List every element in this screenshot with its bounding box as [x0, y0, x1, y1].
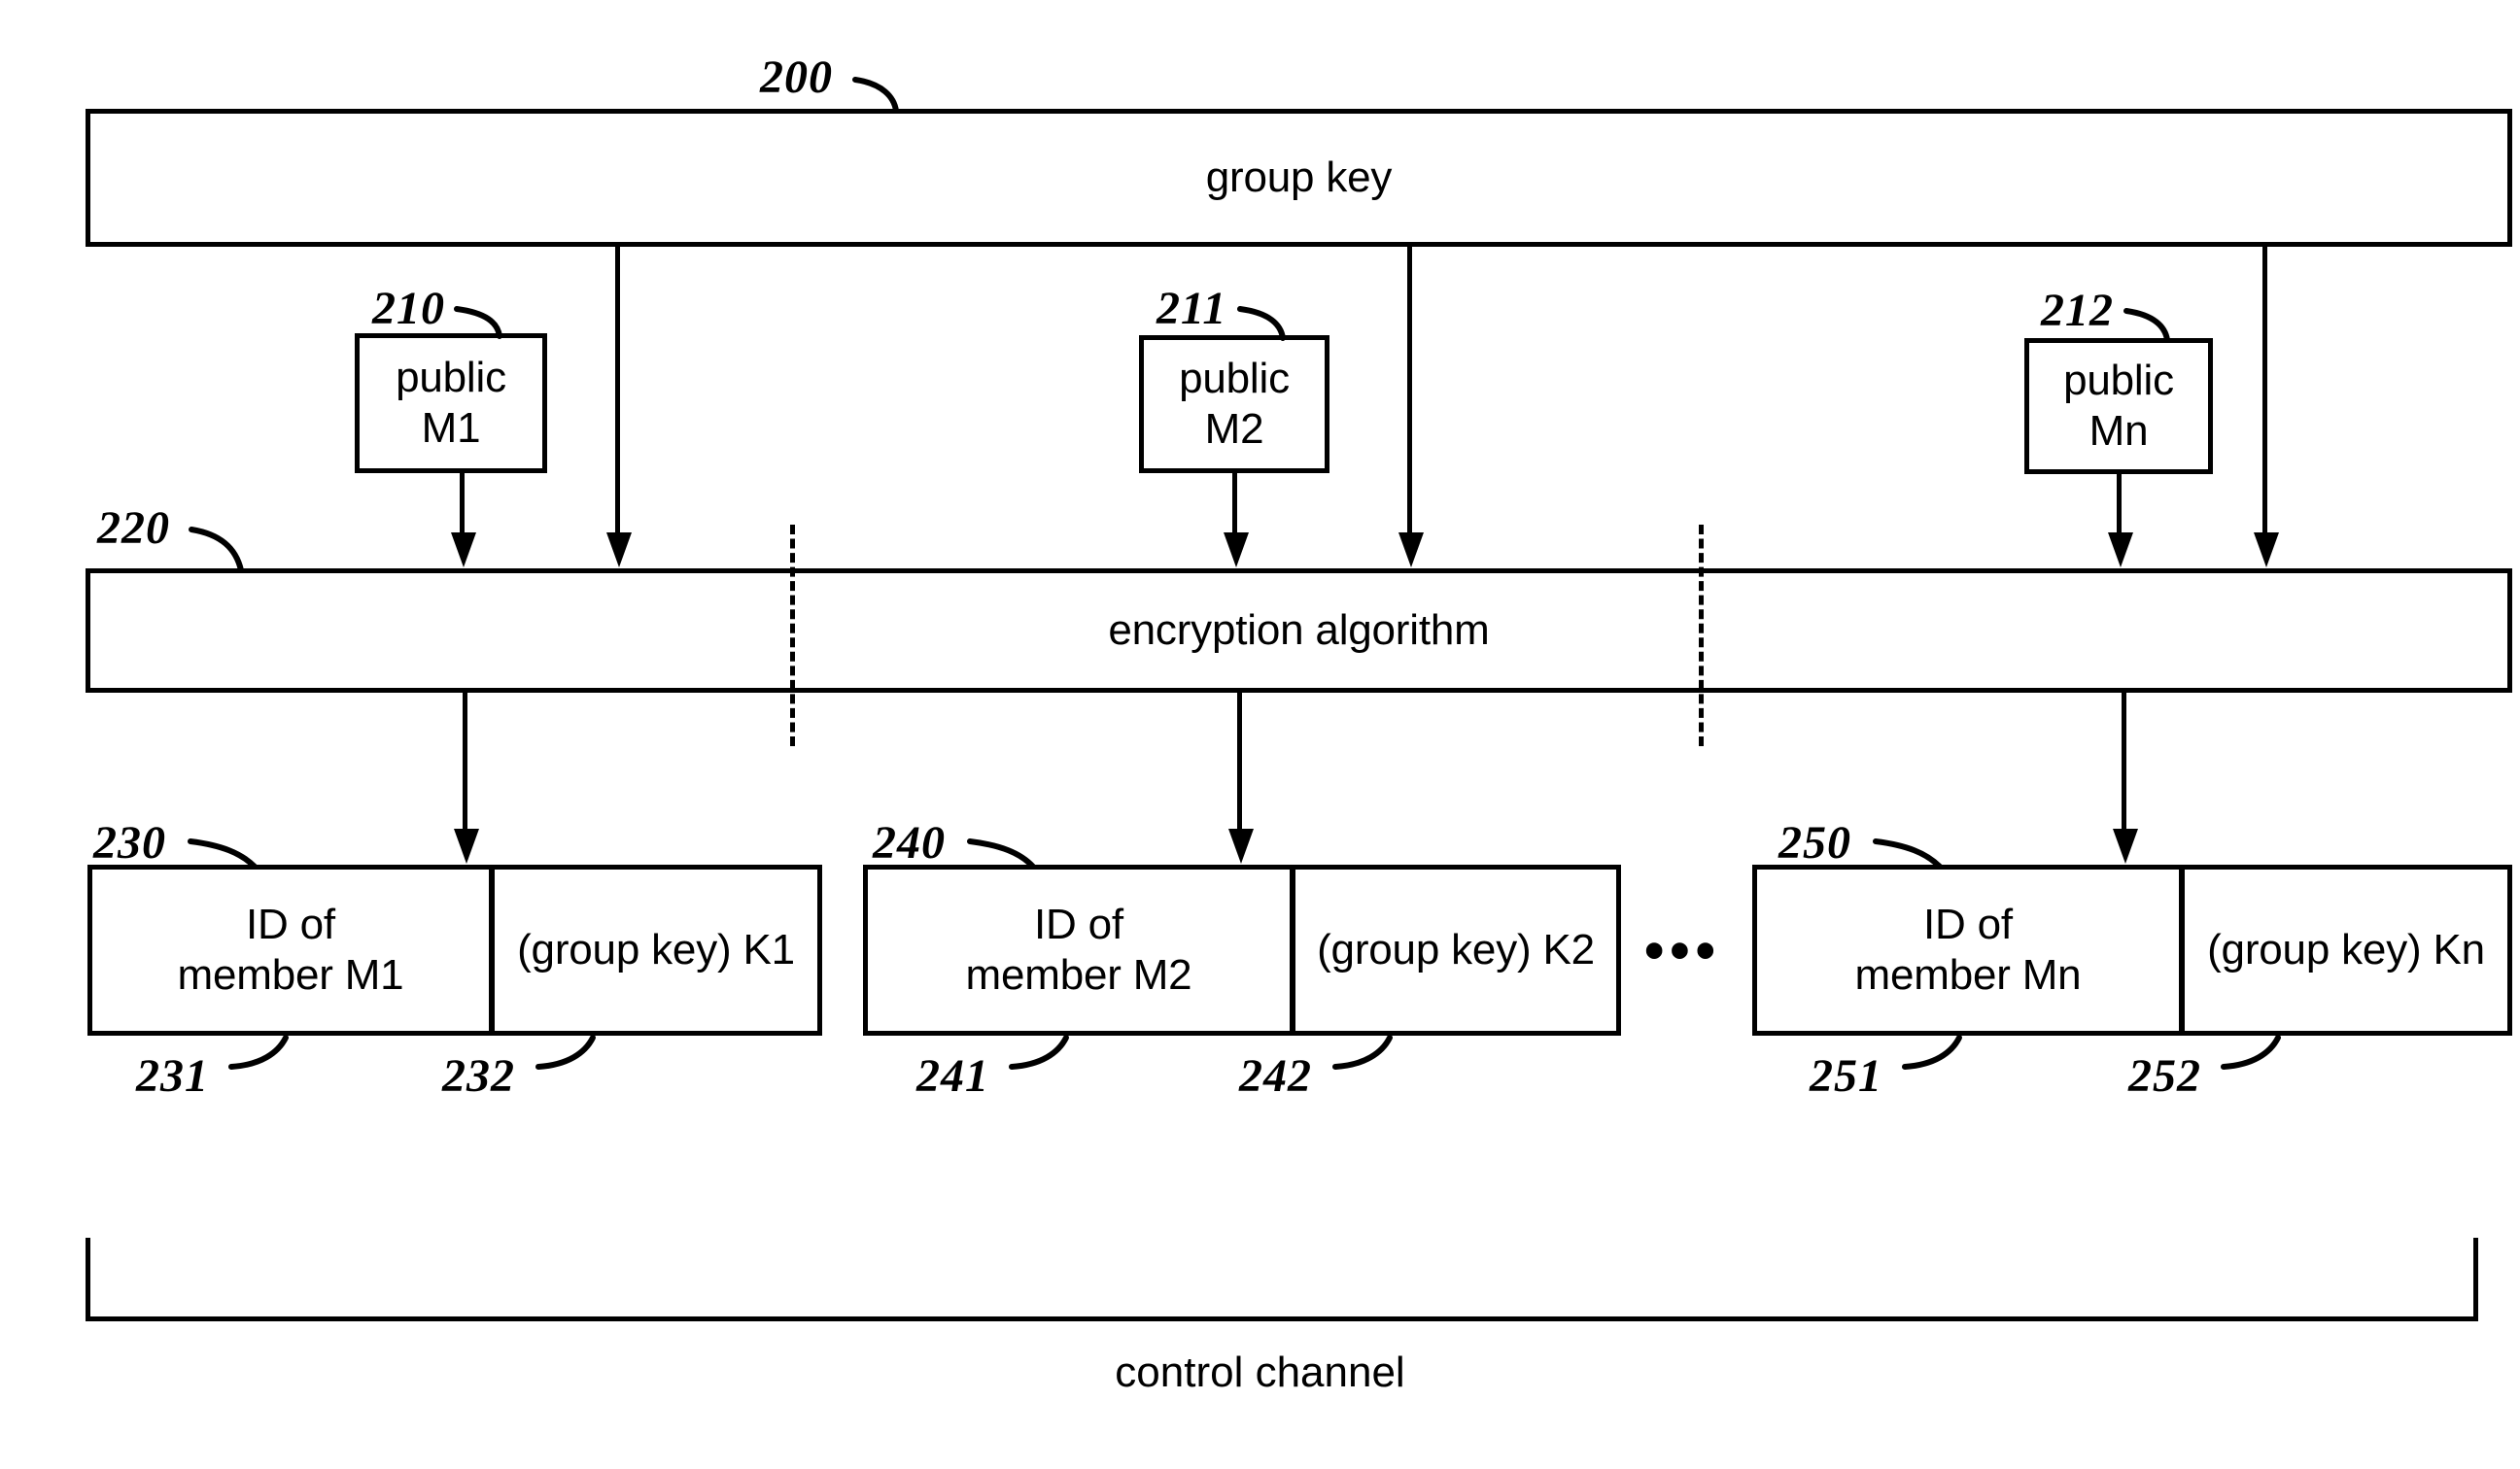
leader-241: [1009, 1035, 1069, 1070]
group-key-label: group key: [1205, 154, 1393, 202]
public-key-label-mn: public Mn: [2063, 357, 2174, 455]
reference-numeral-240: 240: [873, 817, 946, 869]
control-channel-bracket-left-tick: [86, 1238, 90, 1321]
public-key-label-m2: public M2: [1179, 355, 1290, 453]
group-key-feed-arrow-1: [606, 532, 632, 567]
encryption-algorithm-block: encryption algorithm: [86, 568, 2512, 693]
group-key-feed-arrow-2: [1398, 532, 1424, 567]
public-key-feed-arrow-m2: [1224, 532, 1249, 567]
records-ellipsis: •••: [1644, 919, 1721, 982]
encryption-output-arrow-1: [454, 829, 479, 864]
record-key-label-mn: (group key) Kn: [2207, 926, 2485, 974]
group-key-feed-line-3: [2262, 247, 2267, 534]
reference-numeral-212: 212: [2041, 285, 2114, 336]
public-key-feed-line-mn: [2117, 474, 2122, 532]
record-id-label-mn: ID of member Mn: [1854, 901, 2082, 999]
reference-numeral-250: 250: [1778, 817, 1851, 869]
reference-numeral-220: 220: [97, 502, 170, 554]
reference-numeral-230: 230: [93, 817, 166, 869]
public-key-feed-arrow-mn: [2108, 532, 2133, 567]
group-key-feed-line-1: [615, 247, 620, 534]
reference-numeral-252: 252: [2128, 1050, 2201, 1102]
patent-figure: 200 group key 210 public M1 211 public M…: [0, 0, 2520, 1469]
section-separator-left: [790, 525, 795, 746]
leader-212: [2123, 308, 2170, 343]
reference-numeral-242: 242: [1239, 1050, 1312, 1102]
leader-250: [1873, 838, 1943, 870]
reference-numeral-200: 200: [760, 51, 833, 103]
reference-numeral-251: 251: [1810, 1050, 1882, 1102]
control-channel-label: control channel: [1115, 1349, 1405, 1396]
public-key-label-m1: public M1: [396, 354, 506, 452]
record-id-box-m1: ID of member M1: [87, 865, 494, 1036]
public-key-box-m2: public M2: [1139, 335, 1329, 473]
public-key-box-m1: public M1: [355, 333, 547, 473]
control-channel-bracket-line: [86, 1316, 2478, 1321]
encryption-output-arrow-2: [1228, 829, 1254, 864]
public-key-feed-line-m1: [460, 473, 465, 532]
record-key-label-m1: (group key) K1: [517, 926, 795, 974]
encryption-output-line-1: [463, 693, 467, 831]
record-id-box-mn: ID of member Mn: [1752, 865, 2184, 1036]
leader-231: [228, 1035, 289, 1070]
record-key-label-m2: (group key) K2: [1317, 926, 1595, 974]
record-id-box-m2: ID of member M2: [863, 865, 1295, 1036]
record-key-box-m1: (group key) K1: [490, 865, 822, 1036]
encryption-output-line-3: [2122, 693, 2126, 831]
record-id-label-m1: ID of member M1: [177, 901, 404, 999]
leader-232: [535, 1035, 596, 1070]
leader-252: [2221, 1035, 2281, 1070]
leader-220: [189, 527, 244, 573]
section-separator-right: [1699, 525, 1704, 746]
encryption-output-line-2: [1237, 693, 1242, 831]
group-key-block: group key: [86, 109, 2512, 247]
leader-211: [1237, 306, 1286, 341]
reference-numeral-232: 232: [442, 1050, 515, 1102]
public-key-box-mn: public Mn: [2024, 338, 2213, 474]
encryption-algorithm-label: encryption algorithm: [1108, 606, 1490, 655]
group-key-feed-arrow-3: [2254, 532, 2279, 567]
leader-230: [188, 838, 258, 870]
record-key-box-m2: (group key) K2: [1291, 865, 1621, 1036]
record-id-label-m2: ID of member M2: [965, 901, 1192, 999]
leader-210: [454, 306, 502, 339]
leader-200: [852, 77, 899, 114]
encryption-output-arrow-3: [2113, 829, 2138, 864]
leader-240: [967, 838, 1036, 870]
leader-242: [1332, 1035, 1393, 1070]
public-key-feed-line-m2: [1232, 473, 1237, 532]
reference-numeral-211: 211: [1156, 283, 1227, 334]
leader-251: [1902, 1035, 1962, 1070]
reference-numeral-241: 241: [916, 1050, 989, 1102]
group-key-feed-line-2: [1407, 247, 1412, 534]
public-key-feed-arrow-m1: [451, 532, 476, 567]
record-key-box-mn: (group key) Kn: [2180, 865, 2512, 1036]
reference-numeral-231: 231: [136, 1050, 209, 1102]
reference-numeral-210: 210: [372, 283, 445, 334]
control-channel-bracket-right-tick: [2473, 1238, 2478, 1321]
